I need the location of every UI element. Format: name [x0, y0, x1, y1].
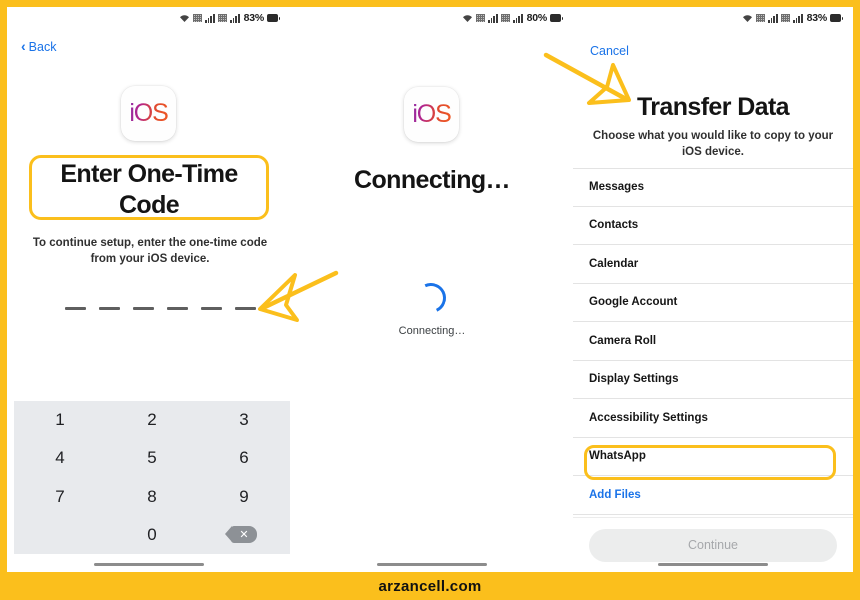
connecting-title: Connecting…	[354, 166, 510, 194]
status-bar-left: 83%	[7, 7, 290, 29]
sim2-indicator-icon	[500, 14, 510, 22]
sim2-indicator-icon	[217, 14, 227, 22]
loading-spinner-icon	[411, 278, 451, 318]
chevron-left-icon: ‹	[21, 38, 26, 54]
keypad-key-4[interactable]: 4	[14, 439, 106, 477]
keypad-key-5[interactable]: 5	[106, 439, 198, 477]
list-item[interactable]: Messages	[573, 168, 853, 207]
signal-bars-2-icon	[792, 13, 803, 23]
list-item[interactable]: Accessibility Settings	[573, 399, 853, 438]
battery-percent-left: 83%	[243, 12, 265, 24]
signal-bars-2-icon	[229, 13, 240, 23]
numeric-keypad[interactable]: 1 2 3 4 5 6 7 8 9 0 ✕	[14, 401, 290, 554]
list-item-label: Calendar	[589, 257, 639, 270]
transfer-data-subtitle: Choose what you would like to copy to yo…	[592, 130, 834, 159]
list-item-label: Display Settings	[589, 373, 679, 386]
list-item-whatsapp[interactable]: WhatsApp	[573, 437, 853, 476]
phone-panel-transfer-data: 83% Cancel Transfer Data Choose what you…	[573, 7, 853, 572]
list-item-label: Camera Roll	[589, 334, 657, 347]
list-item[interactable]: Calendar	[573, 245, 853, 284]
continue-button[interactable]: Continue	[589, 528, 837, 562]
keypad-key-1[interactable]: 1	[14, 401, 106, 439]
keypad-key-2[interactable]: 2	[106, 401, 198, 439]
status-bar-right: 83%	[573, 7, 853, 29]
ios-app-icon-middle: iOS	[404, 87, 459, 142]
signal-bars-icon	[488, 13, 498, 23]
signal-bars-2-icon	[512, 13, 523, 23]
keypad-key-8[interactable]: 8	[106, 478, 198, 516]
otp-slot[interactable]	[201, 307, 222, 310]
backspace-icon: ✕	[225, 526, 257, 544]
ios-app-icon-left: iOS	[121, 86, 176, 141]
otp-page-title: Enter One-Time Code	[60, 160, 238, 219]
keypad-delete-key[interactable]: ✕	[198, 516, 290, 554]
home-indicator-right	[658, 562, 768, 566]
phone-panel-connecting: 80% iOS Connecting… Connecting…	[290, 7, 573, 572]
yellow-frame: 83% ‹ Back iOS Enter One-Time Code To co…	[0, 0, 860, 600]
keypad-key-3[interactable]: 3	[198, 401, 290, 439]
cancel-button[interactable]: Cancel	[590, 44, 629, 58]
wifi-icon	[179, 14, 190, 23]
battery-percent-right: 83%	[806, 12, 828, 24]
home-indicator-left	[93, 562, 204, 566]
watermark-text: arzancell.com	[378, 577, 482, 595]
phone-panel-otp: 83% ‹ Back iOS Enter One-Time Code To co…	[7, 7, 290, 572]
add-files-link[interactable]: Add Files	[573, 476, 853, 515]
signal-bars-icon	[205, 13, 215, 23]
sim-indicator-icon	[756, 14, 766, 22]
wifi-icon	[462, 14, 473, 23]
connecting-status-label: Connecting…	[398, 325, 466, 337]
otp-slot[interactable]	[65, 307, 86, 310]
keypad-key-9[interactable]: 9	[198, 478, 290, 516]
otp-slot[interactable]	[99, 307, 120, 310]
otp-slot[interactable]	[235, 307, 256, 310]
status-bar-middle: 80%	[290, 7, 573, 29]
otp-input-field[interactable]	[65, 307, 256, 310]
watermark: arzancell.com	[0, 572, 860, 600]
transfer-data-title: Transfer Data	[637, 93, 790, 121]
wifi-icon	[742, 14, 753, 23]
list-item[interactable]: Camera Roll	[573, 322, 853, 361]
list-item-label: WhatsApp	[589, 450, 646, 463]
list-item-label: Google Account	[589, 296, 678, 309]
keypad-key-6[interactable]: 6	[198, 439, 290, 477]
list-item-label: Messages	[589, 181, 644, 194]
battery-percent-middle: 80%	[526, 12, 548, 24]
keypad-key-7[interactable]: 7	[14, 478, 106, 516]
back-button[interactable]: ‹ Back	[21, 38, 57, 54]
keypad-key-0[interactable]: 0	[106, 516, 198, 554]
ios-app-icon-text: iOS	[412, 100, 451, 128]
ios-app-icon-text: iOS	[129, 99, 168, 127]
list-item-label: Contacts	[589, 219, 639, 232]
list-item-label: Accessibility Settings	[589, 411, 708, 424]
battery-icon	[550, 14, 563, 22]
add-files-label: Add Files	[589, 488, 641, 501]
keypad-key-blank	[14, 516, 106, 554]
sim-indicator-icon	[476, 14, 486, 22]
home-indicator-middle	[376, 562, 487, 566]
battery-icon	[267, 14, 280, 22]
list-item[interactable]: Display Settings	[573, 360, 853, 399]
otp-slot[interactable]	[133, 307, 154, 310]
cancel-button-label: Cancel	[590, 44, 629, 58]
screenshot-canvas: 83% ‹ Back iOS Enter One-Time Code To co…	[7, 7, 853, 572]
transfer-items-list: Messages Contacts Calendar Google Accoun…	[573, 168, 853, 515]
signal-bars-icon	[768, 13, 778, 23]
list-item[interactable]: Google Account	[573, 283, 853, 322]
otp-slot[interactable]	[167, 307, 188, 310]
sim2-indicator-icon	[780, 14, 790, 22]
sim-indicator-icon	[193, 14, 203, 22]
otp-page-subtitle: To continue setup, enter the one-time co…	[32, 237, 268, 266]
list-item[interactable]: Contacts	[573, 206, 853, 245]
back-button-label: Back	[28, 40, 57, 54]
battery-icon	[830, 14, 843, 22]
